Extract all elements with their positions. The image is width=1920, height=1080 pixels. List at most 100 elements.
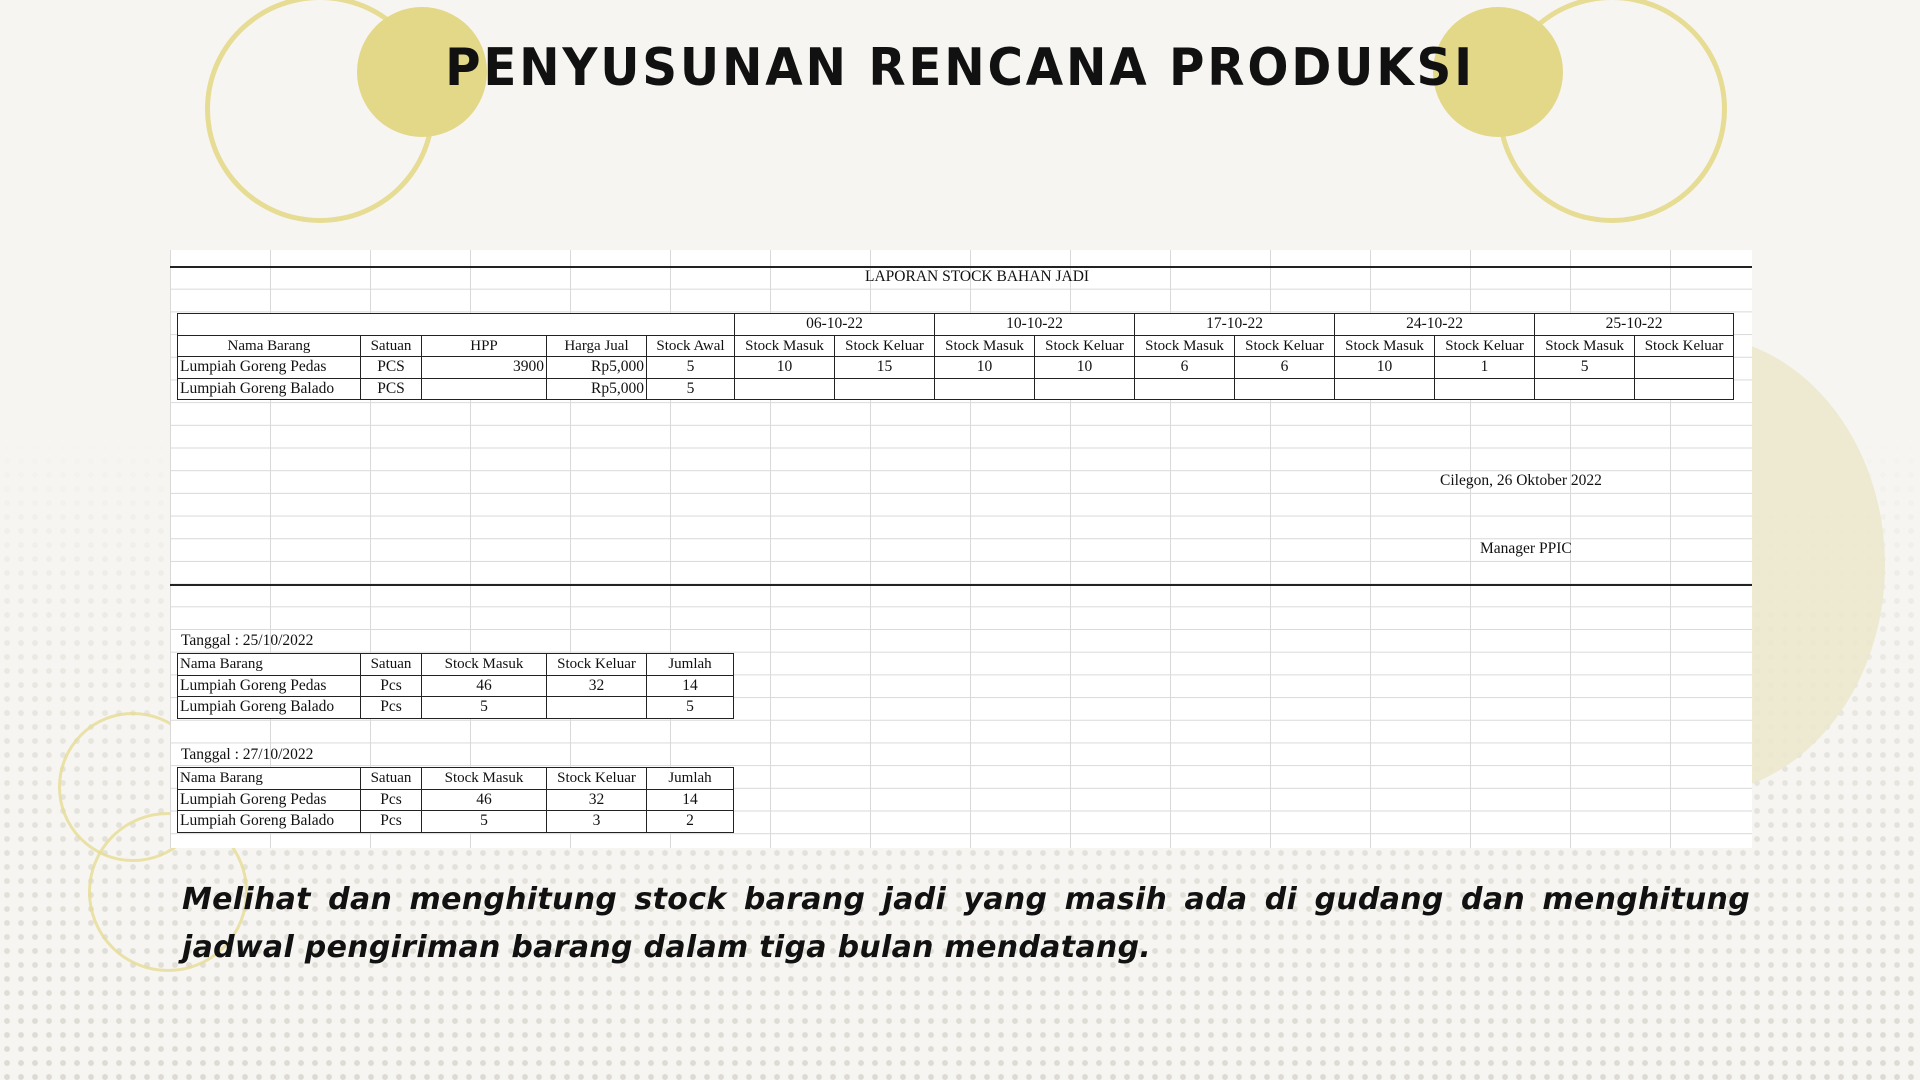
- cell-satuan: Pcs: [360, 788, 422, 812]
- report-title: LAPORAN STOCK BAHAN JADI: [865, 268, 1090, 285]
- column-header-stock-keluar: Stock Keluar: [1634, 334, 1735, 358]
- cell-nama-barang: Lumpiah Goreng Pedas: [177, 674, 361, 698]
- date-header: 06-10-22: [733, 313, 936, 336]
- cell-nama-barang: Lumpiah Goreng Balado: [177, 696, 361, 719]
- cell-stock-masuk: [1134, 377, 1236, 401]
- cell-stock-keluar: [1034, 377, 1136, 401]
- column-header-jumlah: Jumlah: [646, 653, 734, 676]
- cell-satuan: Pcs: [360, 810, 422, 833]
- column-header-stock-masuk: Stock Masuk: [1134, 334, 1236, 358]
- daily-date-label: Tanggal : 25/10/2022: [181, 632, 314, 649]
- cell-stock-masuk: 6: [1134, 356, 1236, 379]
- cell-stock-keluar: 3: [546, 810, 647, 833]
- column-header-stock-masuk: Stock Masuk: [1334, 334, 1436, 358]
- cell-jumlah: 5: [646, 696, 734, 719]
- cell-stock-masuk: [734, 377, 835, 401]
- cell-jumlah: 14: [646, 674, 734, 698]
- column-header-stock-keluar: Stock Keluar: [546, 767, 647, 790]
- date-header-spacer: [177, 313, 735, 336]
- column-header-nama-barang: Nama Barang: [177, 653, 361, 676]
- column-header-stock-keluar: Stock Keluar: [833, 334, 936, 358]
- date-header: 17-10-22: [1134, 313, 1336, 336]
- column-header-stock-masuk: Stock Masuk: [421, 767, 547, 790]
- column-header-nama-barang: Nama Barang: [177, 767, 361, 790]
- cell-stock-masuk: 10: [1334, 356, 1436, 379]
- column-header-harga-jual: Harga Jual: [546, 334, 647, 358]
- cell-stock-keluar: [546, 696, 647, 719]
- cell-stock-masuk: 10: [734, 356, 835, 379]
- cell-stock-keluar: [1634, 356, 1735, 379]
- cell-satuan: Pcs: [360, 696, 422, 719]
- table-row: Lumpiah Goreng Balado Pcs 5 5: [177, 696, 734, 719]
- cell-jumlah: 2: [646, 810, 734, 833]
- column-header-stock-masuk: Stock Masuk: [934, 334, 1036, 358]
- cell-stock-keluar: 1: [1434, 356, 1536, 379]
- column-header-nama-barang: Nama Barang: [177, 334, 361, 358]
- cell-stock-awal: 5: [646, 377, 735, 401]
- column-header-row: Nama Barang Satuan HPP Harga Jual Stock …: [177, 334, 1735, 358]
- sheet-section-divider: [170, 584, 1752, 586]
- cell-stock-masuk: 10: [934, 356, 1036, 379]
- cell-stock-keluar: 10: [1034, 356, 1136, 379]
- cell-stock-masuk: [1334, 377, 1436, 401]
- date-header: 10-10-22: [934, 313, 1136, 336]
- table-row: Lumpiah Goreng Pedas PCS 3900 Rp5,000 5 …: [177, 356, 1735, 379]
- table-row: Lumpiah Goreng Pedas Pcs 46 32 14: [177, 788, 734, 812]
- column-header-stock-keluar: Stock Keluar: [1434, 334, 1536, 358]
- column-header-jumlah: Jumlah: [646, 767, 734, 790]
- cell-satuan: PCS: [360, 377, 422, 401]
- date-header: 24-10-22: [1334, 313, 1536, 336]
- report-place-date: Cilegon, 26 Oktober 2022: [1440, 472, 1602, 489]
- daily-stock-table: Nama Barang Satuan Stock Masuk Stock Kel…: [177, 767, 734, 833]
- column-header-stock-keluar: Stock Keluar: [546, 653, 647, 676]
- column-header-hpp: HPP: [421, 334, 547, 358]
- cell-harga-jual: Rp5,000: [546, 356, 647, 379]
- daily-header-row: Nama Barang Satuan Stock Masuk Stock Kel…: [177, 767, 734, 790]
- cell-stock-keluar: [833, 377, 936, 401]
- cell-stock-masuk: 5: [421, 696, 547, 719]
- daily-stock-table: Nama Barang Satuan Stock Masuk Stock Kel…: [177, 653, 734, 719]
- stock-report-table: 06-10-22 10-10-22 17-10-22 24-10-22 25-1…: [177, 313, 1735, 401]
- table-row: Lumpiah Goreng Balado PCS Rp5,000 5: [177, 377, 1735, 401]
- date-header: 25-10-22: [1534, 313, 1735, 336]
- table-row: Lumpiah Goreng Pedas Pcs 46 32 14: [177, 674, 734, 698]
- cell-stock-keluar: [1434, 377, 1536, 401]
- cell-stock-keluar: 15: [833, 356, 936, 379]
- cell-stock-awal: 5: [646, 356, 735, 379]
- column-header-stock-keluar: Stock Keluar: [1034, 334, 1136, 358]
- cell-stock-masuk: 5: [421, 810, 547, 833]
- cell-jumlah: 14: [646, 788, 734, 812]
- cell-stock-masuk: 5: [1534, 356, 1636, 379]
- daily-header-row: Nama Barang Satuan Stock Masuk Stock Kel…: [177, 653, 734, 676]
- cell-satuan: PCS: [360, 356, 422, 379]
- cell-stock-masuk: 46: [421, 674, 547, 698]
- report-signatory: Manager PPIC: [1480, 540, 1572, 557]
- column-header-satuan: Satuan: [360, 334, 422, 358]
- table-row: Lumpiah Goreng Balado Pcs 5 3 2: [177, 810, 734, 833]
- column-header-stock-keluar: Stock Keluar: [1234, 334, 1336, 358]
- column-header-stock-masuk: Stock Masuk: [734, 334, 835, 358]
- cell-stock-keluar: [1234, 377, 1336, 401]
- spreadsheet-screenshot: LAPORAN STOCK BAHAN JADI 06-10-22 10-10-…: [170, 250, 1752, 848]
- cell-stock-keluar: 32: [546, 674, 647, 698]
- cell-stock-keluar: [1634, 377, 1735, 401]
- cell-nama-barang: Lumpiah Goreng Pedas: [177, 788, 361, 812]
- column-header-stock-masuk: Stock Masuk: [1534, 334, 1636, 358]
- column-header-satuan: Satuan: [360, 653, 422, 676]
- cell-satuan: Pcs: [360, 674, 422, 698]
- page-title: PENYUSUNAN RENCANA PRODUKSI: [445, 38, 1475, 98]
- cell-stock-masuk: 46: [421, 788, 547, 812]
- column-header-stock-masuk: Stock Masuk: [421, 653, 547, 676]
- column-header-stock-awal: Stock Awal: [646, 334, 735, 358]
- cell-stock-masuk: [934, 377, 1036, 401]
- daily-date-label: Tanggal : 27/10/2022: [181, 746, 314, 763]
- cell-nama-barang: Lumpiah Goreng Balado: [177, 810, 361, 833]
- column-header-satuan: Satuan: [360, 767, 422, 790]
- cell-hpp: 3900: [421, 356, 547, 379]
- cell-stock-keluar: 32: [546, 788, 647, 812]
- date-header-row: 06-10-22 10-10-22 17-10-22 24-10-22 25-1…: [177, 313, 1735, 336]
- cell-stock-masuk: [1534, 377, 1636, 401]
- cell-nama-barang: Lumpiah Goreng Pedas: [177, 356, 361, 379]
- cell-stock-keluar: 6: [1234, 356, 1336, 379]
- cell-hpp: [421, 377, 547, 401]
